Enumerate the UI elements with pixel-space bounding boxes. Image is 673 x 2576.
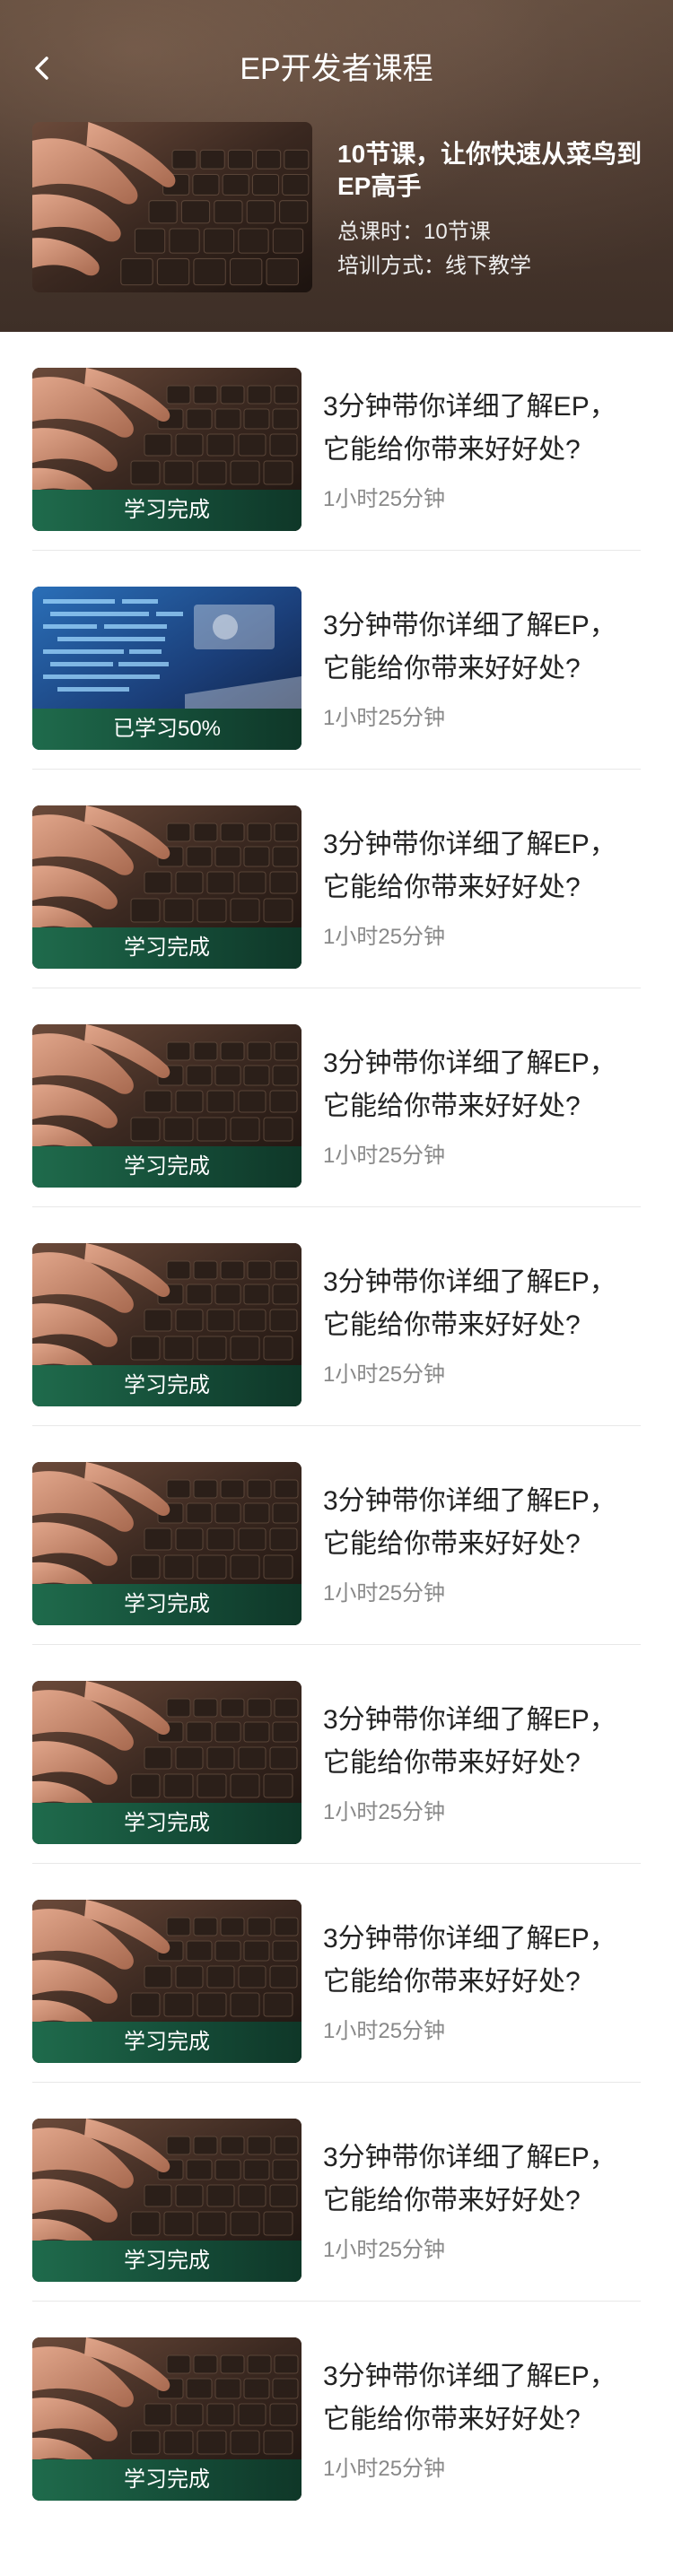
lesson-progress-label: 学习完成 [32, 927, 302, 969]
lesson-thumbnail: 学习完成 [32, 2337, 302, 2501]
lesson-progress-label: 学习完成 [32, 2459, 302, 2501]
total-lessons: 总课时：10节课 [337, 220, 491, 244]
lesson-title: 3分钟带你详细了解EP，它能给你带来好好处? [323, 830, 616, 902]
lesson-title: 3分钟带你详细了解EP，它能给你带来好好处? [323, 1924, 616, 1997]
lesson-progress-label: 已学习50% [32, 709, 302, 750]
lesson-item[interactable]: 学习完成 3分钟带你详细了解EP，它能给你带来好好处? 1小时25分钟 [32, 1864, 641, 2083]
lesson-thumbnail: 学习完成 [32, 368, 302, 531]
lesson-duration: 1小时25分钟 [323, 925, 446, 949]
lesson-duration: 1小时25分钟 [323, 1581, 446, 1606]
lesson-title: 3分钟带你详细了解EP，它能给你带来好好处? [323, 2143, 616, 2215]
course-info: 10节课，让你快速从菜鸟到EP高手 总课时：10节课 培训方式：线下教学 [337, 138, 655, 280]
lesson-progress-label: 学习完成 [32, 2022, 302, 2063]
lesson-title: 3分钟带你详细了解EP，它能给你带来好好处? [323, 1049, 616, 1121]
lesson-item[interactable]: 学习完成 3分钟带你详细了解EP，它能给你带来好好处? 1小时25分钟 [32, 770, 641, 988]
chevron-left-icon [35, 57, 48, 80]
lesson-thumbnail: 学习完成 [32, 805, 302, 969]
lesson-duration: 1小时25分钟 [323, 2238, 446, 2262]
lesson-duration: 1小时25分钟 [323, 1362, 446, 1387]
lesson-duration: 1小时25分钟 [323, 1144, 446, 1168]
back-button[interactable] [20, 45, 66, 91]
training-mode: 培训方式：线下教学 [337, 254, 531, 278]
lesson-item[interactable]: 学习完成 3分钟带你详细了解EP，它能给你带来好好处? 1小时25分钟 [32, 988, 641, 1207]
lesson-item[interactable]: 学习完成 3分钟带你详细了解EP，它能给你带来好好处? 1小时25分钟 [32, 1645, 641, 1864]
lesson-progress-label: 学习完成 [32, 1584, 302, 1625]
lesson-thumbnail: 已学习50% [32, 587, 302, 750]
lesson-duration: 1小时25分钟 [323, 706, 446, 730]
lesson-title: 3分钟带你详细了解EP，它能给你带来好好处? [323, 611, 616, 683]
lesson-item[interactable]: 学习完成 3分钟带你详细了解EP，它能给你带来好好处? 1小时25分钟 [32, 1207, 641, 1426]
lesson-thumbnail: 学习完成 [32, 1024, 302, 1188]
lesson-thumbnail: 学习完成 [32, 1243, 302, 1406]
lesson-item[interactable]: 学习完成 3分钟带你详细了解EP，它能给你带来好好处? 1小时25分钟 [32, 2083, 641, 2302]
lesson-duration: 1小时25分钟 [323, 2019, 446, 2043]
course-summary: 10节课，让你快速从菜鸟到EP高手 总课时：10节课 培训方式：线下教学 [32, 122, 655, 292]
lesson-title: 3分钟带你详细了解EP，它能给你带来好好处? [323, 392, 616, 465]
lesson-item[interactable]: 已学习50% 3分钟带你详细了解EP，它能给你带来好好处? 1小时25分钟 [32, 551, 641, 770]
lesson-progress-label: 学习完成 [32, 1803, 302, 1844]
status-bar [0, 0, 673, 36]
lesson-title: 3分钟带你详细了解EP，它能给你带来好好处? [323, 1267, 616, 1340]
lesson-title: 3分钟带你详细了解EP，它能给你带来好好处? [323, 1705, 616, 1778]
lesson-progress-label: 学习完成 [32, 2241, 302, 2282]
lesson-thumbnail: 学习完成 [32, 1900, 302, 2063]
page-title: EP开发者课程 [240, 52, 433, 86]
lesson-duration: 1小时25分钟 [323, 2457, 446, 2481]
lesson-item[interactable]: 学习完成 3分钟带你详细了解EP，它能给你带来好好处? 1小时25分钟 [32, 332, 641, 551]
lesson-duration: 1小时25分钟 [323, 1800, 446, 1824]
lesson-progress-label: 学习完成 [32, 1146, 302, 1188]
nav-bar: EP开发者课程 [0, 36, 673, 100]
lesson-title: 3分钟带你详细了解EP，它能给你带来好好处? [323, 2362, 616, 2434]
course-cover-image [32, 122, 312, 292]
lesson-duration: 1小时25分钟 [323, 487, 446, 511]
lesson-progress-label: 学习完成 [32, 490, 302, 531]
course-title: 10节课，让你快速从菜鸟到EP高手 [337, 140, 642, 200]
lesson-thumbnail: 学习完成 [32, 2119, 302, 2282]
lesson-title: 3分钟带你详细了解EP，它能给你带来好好处? [323, 1486, 616, 1559]
lesson-item[interactable]: 学习完成 3分钟带你详细了解EP，它能给你带来好好处? 1小时25分钟 [32, 1426, 641, 1645]
lesson-progress-label: 学习完成 [32, 1365, 302, 1406]
lesson-thumbnail: 学习完成 [32, 1462, 302, 1625]
lesson-list: 学习完成 3分钟带你详细了解EP，它能给你带来好好处? 1小时25分钟 已学习50%… [32, 332, 641, 2519]
lesson-item[interactable]: 学习完成 3分钟带你详细了解EP，它能给你带来好好处? 1小时25分钟 [32, 2302, 641, 2519]
course-header: EP开发者课程 10节课，让你快速从菜鸟到EP高手 总课时：10节课 培训方式：… [0, 0, 673, 332]
lesson-thumbnail: 学习完成 [32, 1681, 302, 1844]
